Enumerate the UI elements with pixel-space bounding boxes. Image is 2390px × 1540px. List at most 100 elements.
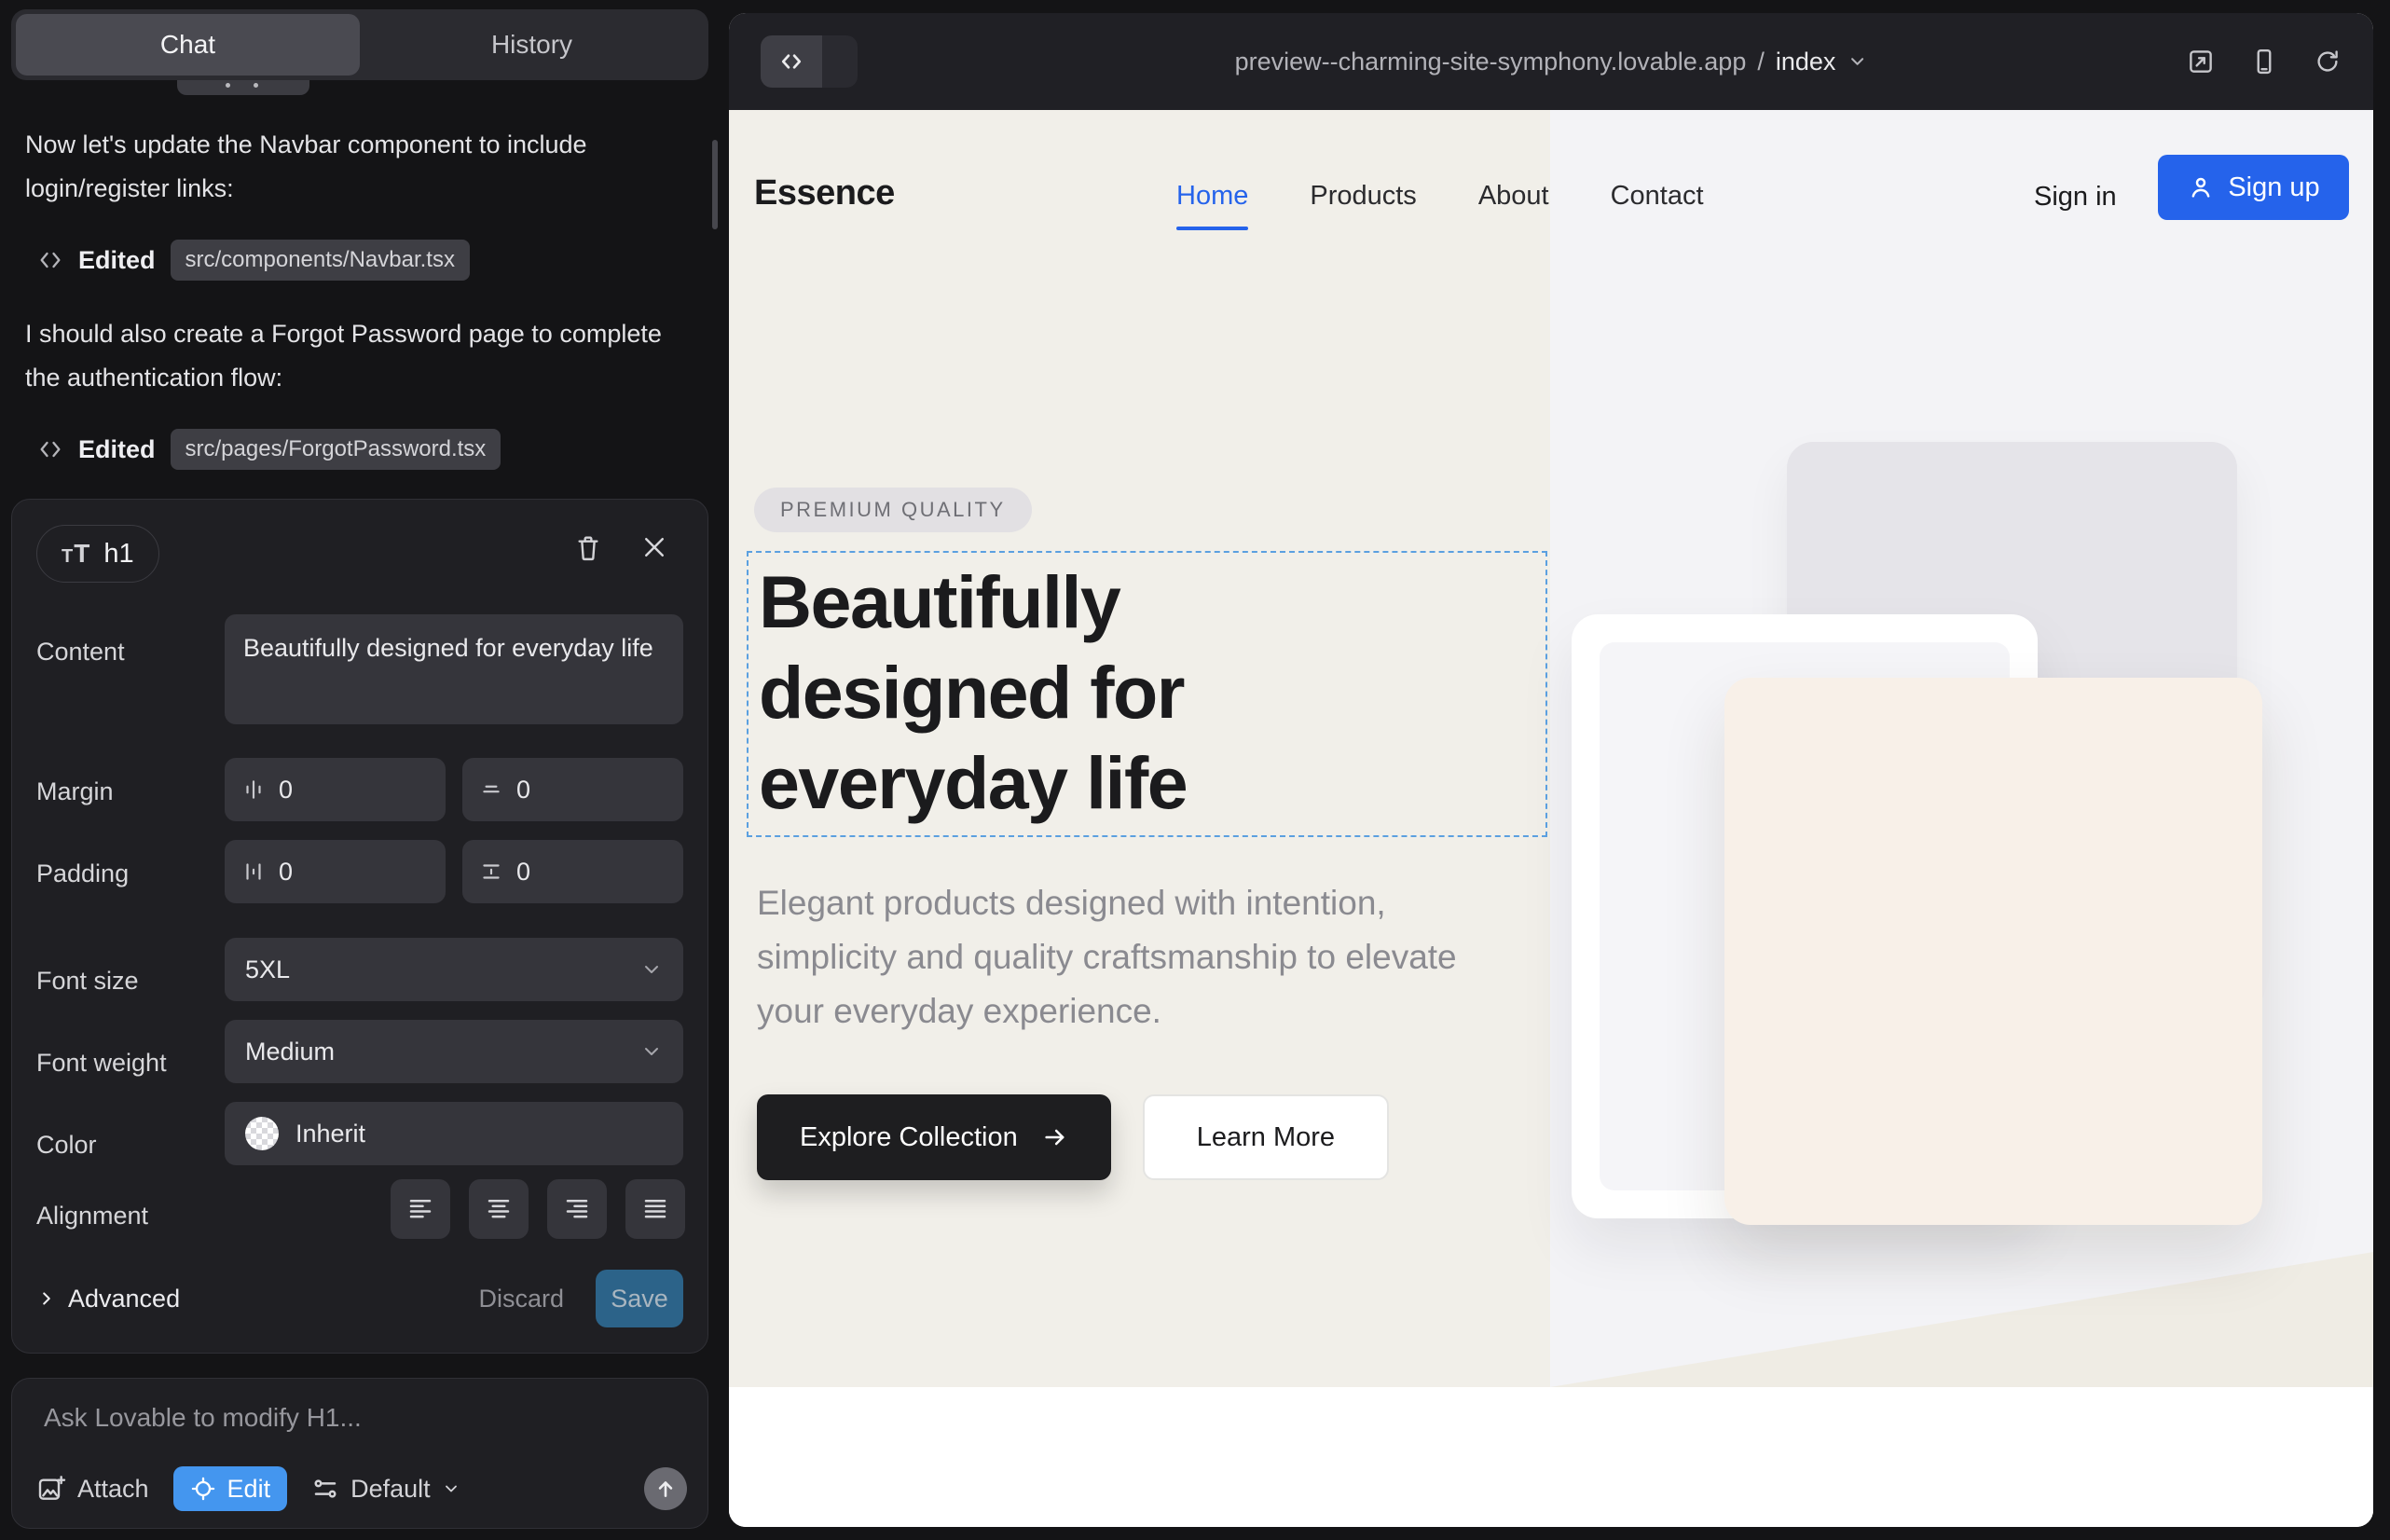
save-button[interactable]: Save [596, 1270, 683, 1327]
align-right-icon [563, 1195, 591, 1223]
margin-y-input[interactable]: 0 [462, 758, 683, 821]
font-size-value: 5XL [245, 956, 290, 984]
chip-dot [226, 83, 230, 88]
explore-collection-label: Explore Collection [800, 1122, 1018, 1153]
chevron-down-icon [442, 1479, 460, 1498]
file-chip[interactable]: src/components/Navbar.tsx [171, 240, 470, 281]
site-brand[interactable]: Essence [754, 173, 895, 213]
content-label: Content [36, 638, 125, 667]
site-canvas: Essence Home Products About Contact Sign… [729, 110, 2373, 1527]
content-input[interactable]: Beautifully designed for everyday life [225, 614, 683, 724]
target-icon [190, 1476, 216, 1502]
edit-mode-button[interactable]: Edit [173, 1466, 288, 1511]
margin-horizontal-icon [241, 777, 266, 802]
composer-input[interactable] [44, 1403, 678, 1455]
chevron-down-icon [640, 1040, 663, 1063]
default-mode-selector[interactable]: Default [311, 1475, 460, 1504]
sign-up-button[interactable]: Sign up [2158, 155, 2349, 220]
align-left-button[interactable] [391, 1179, 450, 1239]
close-icon[interactable] [640, 533, 668, 561]
attach-button[interactable]: Attach [36, 1474, 149, 1504]
code-view-toggle[interactable] [761, 35, 858, 88]
nav-link-label: About [1478, 181, 1549, 211]
font-size-select[interactable]: 5XL [225, 938, 683, 1001]
chevron-down-icon [640, 958, 663, 981]
nav-link-about[interactable]: About [1478, 181, 1549, 230]
chevron-right-icon [36, 1288, 57, 1309]
headline-line: everyday life [759, 737, 1187, 828]
align-justify-icon [641, 1195, 669, 1223]
learn-more-label: Learn More [1197, 1122, 1335, 1153]
url-page: index [1776, 48, 1836, 76]
edited-label: Edited [78, 435, 156, 464]
open-external-icon[interactable] [2187, 48, 2215, 76]
element-tag-pill[interactable]: TT h1 [36, 525, 159, 583]
font-weight-value: Medium [245, 1038, 335, 1066]
scrolled-file-chip[interactable] [177, 80, 309, 95]
default-mode-label: Default [350, 1475, 431, 1504]
chat-scrollbar-thumb[interactable] [712, 140, 718, 229]
selected-element-outline[interactable]: Beautifully designed for everyday life [747, 551, 1547, 837]
padding-y-value: 0 [516, 858, 530, 887]
code-icon [37, 247, 63, 273]
preview-actions [2187, 48, 2342, 76]
composer-toolbar: Attach Edit Default [36, 1464, 687, 1513]
padding-vertical-icon [479, 859, 503, 884]
padding-y-input[interactable]: 0 [462, 840, 683, 903]
tab-chat[interactable]: Chat [16, 14, 360, 76]
refresh-icon[interactable] [2314, 48, 2342, 76]
discard-button[interactable]: Discard [478, 1285, 564, 1313]
save-button-label: Save [611, 1285, 668, 1313]
send-button[interactable] [644, 1467, 687, 1510]
url-separator: / [1757, 48, 1765, 76]
align-justify-button[interactable] [625, 1179, 685, 1239]
trash-icon[interactable] [573, 533, 603, 563]
font-weight-select[interactable]: Medium [225, 1020, 683, 1083]
learn-more-button[interactable]: Learn More [1143, 1094, 1389, 1180]
explore-collection-button[interactable]: Explore Collection [757, 1094, 1111, 1180]
sign-in-link[interactable]: Sign in [2034, 182, 2117, 213]
nav-link-label: Products [1310, 181, 1416, 211]
tab-history[interactable]: History [360, 14, 704, 76]
element-tag-name: h1 [103, 539, 133, 570]
preview-topbar: preview--charming-site-symphony.lovable.… [729, 13, 2373, 110]
alignment-label: Alignment [36, 1202, 148, 1231]
diagonal-section-divider [1550, 1252, 2373, 1387]
decor-card-cream [1724, 678, 2262, 1225]
align-center-button[interactable] [469, 1179, 529, 1239]
edit-mode-label: Edit [227, 1475, 271, 1504]
file-chip[interactable]: src/pages/ForgotPassword.tsx [171, 429, 501, 470]
nav-link-home[interactable]: Home [1176, 181, 1248, 230]
code-icon [777, 48, 805, 76]
next-section [729, 1387, 2373, 1527]
chat-history-tabbar: Chat History [11, 9, 708, 80]
chip-dot [254, 83, 258, 88]
advanced-label: Advanced [68, 1285, 180, 1313]
attach-label: Attach [77, 1475, 149, 1504]
color-select[interactable]: Inherit [225, 1102, 683, 1165]
font-size-label: Font size [36, 967, 139, 996]
mobile-view-icon[interactable] [2250, 48, 2278, 76]
nav-link-products[interactable]: Products [1310, 181, 1416, 230]
chat-composer: Attach Edit Default [11, 1378, 708, 1529]
margin-x-input[interactable]: 0 [225, 758, 446, 821]
preview-url[interactable]: preview--charming-site-symphony.lovable.… [1235, 48, 1868, 76]
typography-icon: TT [62, 539, 90, 569]
align-left-icon [406, 1195, 434, 1223]
color-value: Inherit [295, 1120, 365, 1148]
advanced-toggle[interactable]: Advanced [36, 1285, 180, 1313]
headline-line: Beautifully [759, 557, 1187, 647]
padding-x-input[interactable]: 0 [225, 840, 446, 903]
align-right-button[interactable] [547, 1179, 607, 1239]
user-icon [2187, 173, 2215, 201]
nav-link-contact[interactable]: Contact [1611, 181, 1704, 230]
color-label: Color [36, 1131, 97, 1160]
sign-up-label: Sign up [2228, 172, 2319, 203]
color-swatch [245, 1117, 279, 1150]
nav-link-label: Home [1176, 181, 1248, 211]
hero-headline: Beautifully designed for everyday life [759, 557, 1187, 828]
margin-label: Margin [36, 777, 114, 806]
margin-y-value: 0 [516, 776, 530, 804]
edited-file-row: Edited src/components/Navbar.tsx [37, 237, 470, 283]
edited-label: Edited [78, 246, 156, 275]
